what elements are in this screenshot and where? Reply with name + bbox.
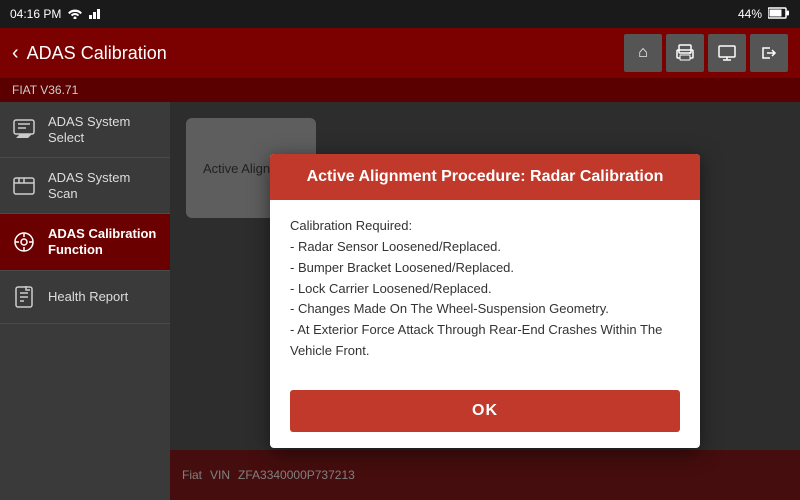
adas-select-icon: [10, 116, 38, 144]
status-bar: 04:16 PM 44%: [0, 0, 800, 28]
wifi-icon: [67, 7, 83, 22]
back-button[interactable]: ‹: [12, 42, 19, 65]
battery-icon: [768, 7, 790, 22]
sidebar-item-health-report[interactable]: Health Report: [0, 271, 170, 324]
adas-calibration-icon: [10, 228, 38, 256]
modal-body-text: Calibration Required:- Radar Sensor Loos…: [290, 218, 662, 358]
modal-overlay: Active Alignment Procedure: Radar Calibr…: [170, 102, 800, 500]
ok-button[interactable]: OK: [290, 390, 680, 432]
sidebar-item-adas-system-scan[interactable]: ADAS System Scan: [0, 158, 170, 214]
modal-footer: OK: [270, 378, 700, 448]
health-report-icon: [10, 283, 38, 311]
home-button[interactable]: ⌂: [624, 34, 662, 72]
print-button[interactable]: [666, 34, 704, 72]
header-title: ADAS Calibration: [27, 43, 167, 64]
status-left: 04:16 PM: [10, 7, 103, 22]
sidebar-label-adas-scan: ADAS System Scan: [48, 170, 160, 201]
sidebar-label-adas-select: ADAS System Select: [48, 114, 160, 145]
header: ‹ ADAS Calibration ⌂: [0, 28, 800, 78]
sub-header: FIAT V36.71: [0, 78, 800, 102]
time-display: 04:16 PM: [10, 7, 61, 21]
header-icons: ⌂: [624, 34, 788, 72]
modal-body: Calibration Required:- Radar Sensor Loos…: [270, 200, 700, 378]
firmware-version: FIAT V36.71: [12, 83, 78, 97]
modal-header: Active Alignment Procedure: Radar Calibr…: [270, 154, 700, 200]
sidebar: ADAS System Select ADAS System Scan: [0, 102, 170, 500]
header-left: ‹ ADAS Calibration: [12, 42, 167, 65]
monitor-button[interactable]: [708, 34, 746, 72]
sidebar-item-adas-system-select[interactable]: ADAS System Select: [0, 102, 170, 158]
logout-button[interactable]: [750, 34, 788, 72]
battery-display: 44%: [738, 7, 762, 21]
content-area: Active Alignment Fiat VIN ZFA3340000P737…: [170, 102, 800, 500]
main-layout: ADAS System Select ADAS System Scan: [0, 102, 800, 500]
sidebar-item-adas-calibration-function[interactable]: ADAS Calibration Function: [0, 214, 170, 270]
modal-dialog: Active Alignment Procedure: Radar Calibr…: [270, 154, 700, 448]
adas-scan-icon: [10, 172, 38, 200]
sidebar-label-calibration: ADAS Calibration Function: [48, 226, 160, 257]
status-right: 44%: [738, 7, 790, 22]
signal-icon: [89, 7, 103, 22]
modal-title: Active Alignment Procedure: Radar Calibr…: [307, 168, 664, 185]
sidebar-label-health-report: Health Report: [48, 289, 128, 305]
